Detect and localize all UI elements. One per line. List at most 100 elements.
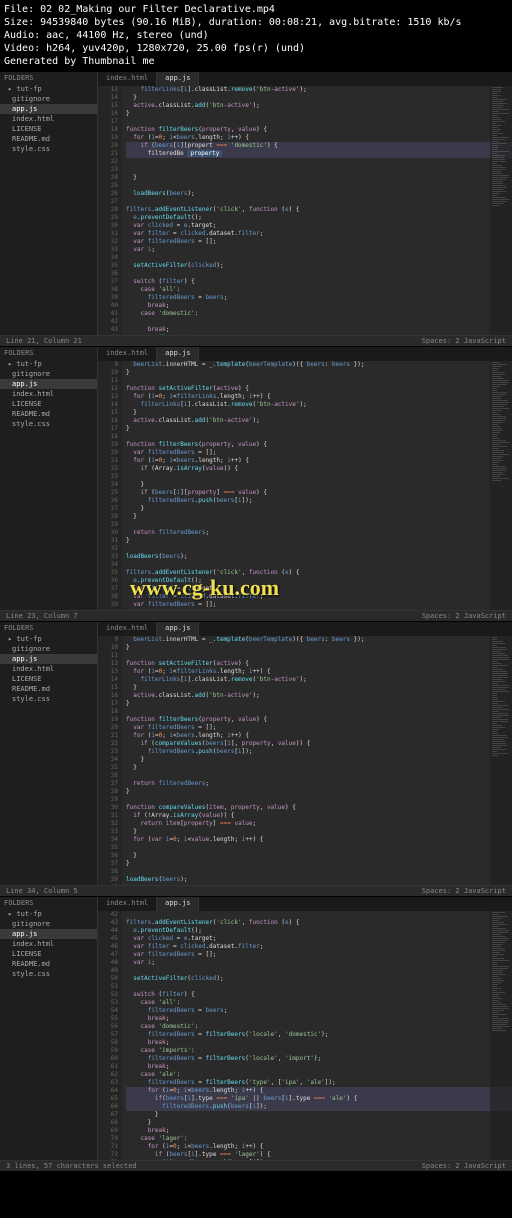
code-line[interactable]: for (i=0; i<beers.length; i++) {	[126, 732, 512, 740]
code-line[interactable]: filterLinks[i].classList.remove('btn-act…	[126, 676, 512, 684]
code-line[interactable]: if(beers[i].type === 'ipa' || beers[i].t…	[126, 1095, 512, 1103]
code-line[interactable]: case 'all':	[126, 999, 512, 1007]
code-line[interactable]: return filteredBeers;	[126, 780, 512, 788]
code-line[interactable]: filteredBeers = beers;	[126, 294, 512, 302]
code-line[interactable]: e.preventDefault();	[126, 214, 512, 222]
file-item[interactable]: index.html	[0, 114, 97, 124]
file-item[interactable]: style.css	[0, 969, 97, 979]
code-line[interactable]: e.preventDefault();	[126, 577, 512, 585]
code-line[interactable]: }	[126, 94, 512, 102]
code-line[interactable]: filterLinks[i].classList.remove('btn-act…	[126, 401, 512, 409]
code-line[interactable]: var filteredBeers = [];	[126, 951, 512, 959]
code-line[interactable]: }	[126, 481, 512, 489]
folder-item[interactable]: ▸ tut-fp	[0, 634, 97, 644]
code-line[interactable]: loadBeers(beers);	[126, 190, 512, 198]
code-line[interactable]: var filter = clicked.dataset.filter;	[126, 943, 512, 951]
code-line[interactable]	[126, 983, 512, 991]
code-line[interactable]	[126, 561, 512, 569]
tab[interactable]: app.js	[157, 897, 199, 911]
file-item[interactable]: app.js	[0, 654, 97, 664]
minimap[interactable]	[490, 911, 512, 1171]
file-item[interactable]: style.css	[0, 419, 97, 429]
code-line[interactable]: beerList.innerHTML = _.template(beerTemp…	[126, 636, 512, 644]
code-line[interactable]	[126, 318, 512, 326]
code-line[interactable]: var clicked = e.target;	[126, 935, 512, 943]
code-line[interactable]	[126, 377, 512, 385]
code-line[interactable]: var clicked = e.target;	[126, 222, 512, 230]
minimap[interactable]	[490, 86, 512, 346]
code-line[interactable]: if (Array.isArray(value)) {	[126, 465, 512, 473]
code-line[interactable]: break;	[126, 1127, 512, 1135]
file-item[interactable]: index.html	[0, 664, 97, 674]
code-line[interactable]: if (beers[i][property] === value) {	[126, 489, 512, 497]
code-line[interactable]: switch (filter) {	[126, 278, 512, 286]
code-line[interactable]: }	[126, 425, 512, 433]
code-line[interactable]: setActiveFilter(clicked);	[126, 975, 512, 983]
code-line[interactable]: switch (filter) {	[126, 991, 512, 999]
code-line[interactable]: case 'domestic':	[126, 310, 512, 318]
code-line[interactable]: break;	[126, 302, 512, 310]
file-item[interactable]: app.js	[0, 929, 97, 939]
tab[interactable]: app.js	[157, 72, 199, 86]
minimap[interactable]	[490, 636, 512, 896]
code-line[interactable]	[126, 433, 512, 441]
file-item[interactable]: style.css	[0, 144, 97, 154]
file-item[interactable]: README.md	[0, 959, 97, 969]
code-line[interactable]: function setActiveFilter(active) {	[126, 385, 512, 393]
code-line[interactable]: for (i=0; i<beers.length; i++) {	[126, 1087, 512, 1095]
code-line[interactable]	[126, 844, 512, 852]
code-line[interactable]: function compareValues(item, property, v…	[126, 804, 512, 812]
file-item[interactable]: index.html	[0, 389, 97, 399]
code-line[interactable]: function filterBeers(property, value) {	[126, 716, 512, 724]
code-line[interactable]: var filteredBeers = [];	[126, 449, 512, 457]
code-line[interactable]	[126, 796, 512, 804]
code-line[interactable]: break;	[126, 326, 512, 334]
code-line[interactable]	[126, 545, 512, 553]
code-line[interactable]: loadBeers(beers);	[126, 553, 512, 561]
code-line[interactable]: function filterBeers(property, value) {	[126, 126, 512, 134]
code-line[interactable]: for (i=0; i<beers.length; i++) {	[126, 134, 512, 142]
code-line[interactable]: }	[126, 644, 512, 652]
code-line[interactable]: }	[126, 110, 512, 118]
code-line[interactable]	[126, 473, 512, 481]
code-line[interactable]: filteredBeers = filterBeers('locale', 'd…	[126, 1031, 512, 1039]
code-line[interactable]: case 'domestic':	[126, 1023, 512, 1031]
file-item[interactable]: LICENSE	[0, 124, 97, 134]
code-line[interactable]	[126, 158, 512, 166]
code-line[interactable]	[126, 118, 512, 126]
code-line[interactable]: e.preventDefault();	[126, 927, 512, 935]
code-line[interactable]: filteredBeers = filterBeers('type', ['ip…	[126, 1079, 512, 1087]
code-line[interactable]: }	[126, 700, 512, 708]
code-line[interactable]: for (i=0; i<filterLinks.length; i++) {	[126, 393, 512, 401]
tab[interactable]: index.html	[98, 72, 157, 86]
folder-item[interactable]: ▸ tut-fp	[0, 909, 97, 919]
code-line[interactable]: filters.addEventListener('click', functi…	[126, 569, 512, 577]
file-item[interactable]: app.js	[0, 379, 97, 389]
code-line[interactable]: var filteredBeers = [];	[126, 724, 512, 732]
file-item[interactable]: gitignore	[0, 369, 97, 379]
code-line[interactable]: case 'ale':	[126, 1071, 512, 1079]
code-line[interactable]: }	[126, 513, 512, 521]
code-line[interactable]: active.classList.add('btn-active');	[126, 417, 512, 425]
code-line[interactable]: var filter = clicked.dataset.filter;	[126, 593, 512, 601]
code-line[interactable]: if (beers[i].type === 'lager') {	[126, 1151, 512, 1159]
code-line[interactable]: return filteredBeers;	[126, 529, 512, 537]
code-line[interactable]: filters.addEventListener('click', functi…	[126, 919, 512, 927]
file-item[interactable]: README.md	[0, 409, 97, 419]
code-line[interactable]: filteredBeers.push(beers[i]);	[126, 497, 512, 505]
code-line[interactable]: }	[126, 174, 512, 182]
code-line[interactable]: }	[126, 505, 512, 513]
tab[interactable]: app.js	[157, 622, 199, 636]
code-line[interactable]: for (i=0; i<beers.length; i++) {	[126, 1143, 512, 1151]
folder-item[interactable]: ▸ tut-fp	[0, 84, 97, 94]
file-item[interactable]: gitignore	[0, 919, 97, 929]
file-item[interactable]: gitignore	[0, 644, 97, 654]
code-line[interactable]: }	[126, 537, 512, 545]
file-item[interactable]: README.md	[0, 134, 97, 144]
code-line[interactable]: for (i=0; i<filterLinks.length; i++) {	[126, 668, 512, 676]
code-line[interactable]	[126, 652, 512, 660]
code-line[interactable]: }	[126, 756, 512, 764]
code-area[interactable]: 9101112131415161718192021222324252627282…	[98, 636, 512, 896]
file-item[interactable]: index.html	[0, 939, 97, 949]
code-line[interactable]	[126, 182, 512, 190]
